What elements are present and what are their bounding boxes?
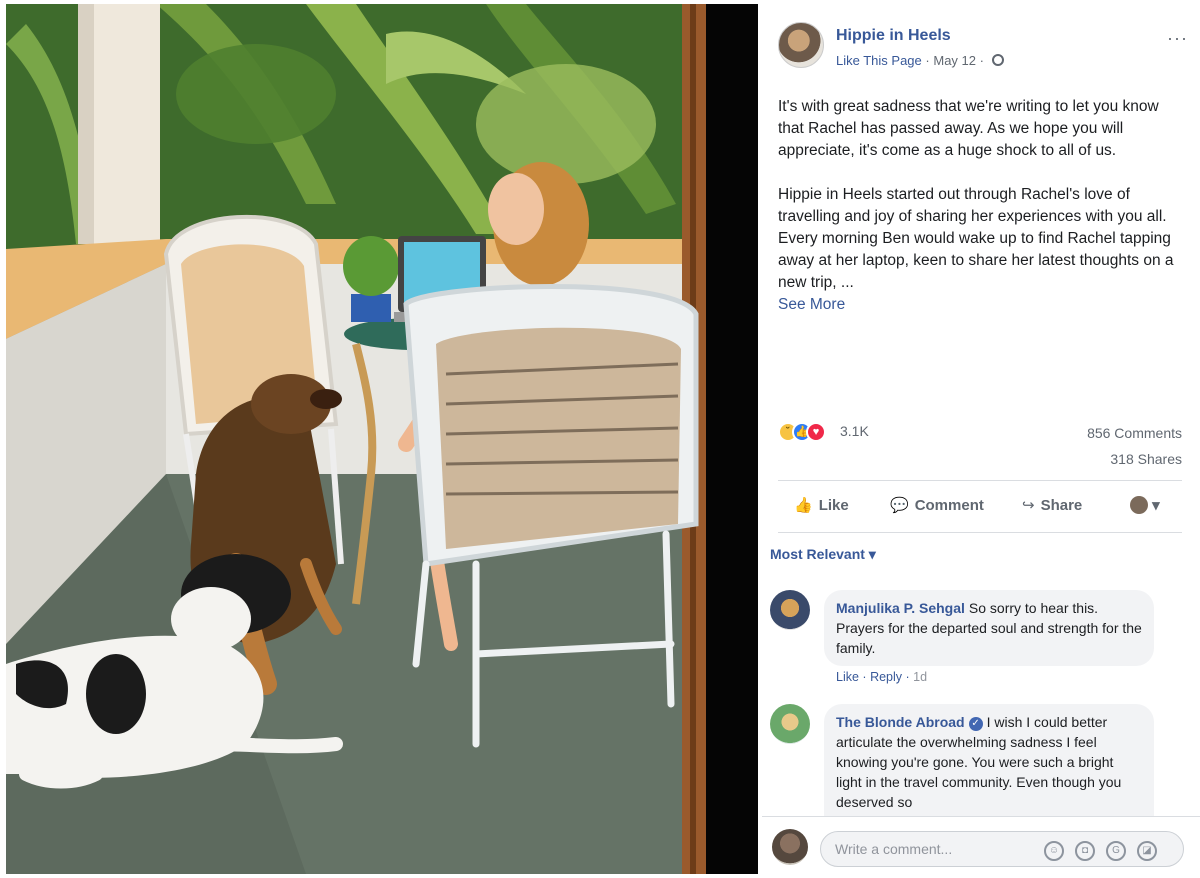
share-button[interactable]: ↪ Share — [1022, 496, 1082, 514]
photo-illustration — [6, 4, 710, 874]
emoji-icon[interactable]: ☺ — [1044, 841, 1064, 861]
comment-item: The Blonde Abroad ✓ I wish I could better … — [770, 704, 1190, 816]
comments-count[interactable]: 856 Comments — [1087, 425, 1182, 441]
comment-button-label: Comment — [914, 497, 984, 514]
thumbs-up-icon: 👍 — [794, 497, 813, 514]
comment-bubble: The Blonde Abroad ✓ I wish I could better … — [824, 704, 1154, 816]
page-name-link[interactable]: Hippie in Heels — [836, 27, 951, 45]
commenter-avatar[interactable] — [770, 704, 810, 744]
like-button[interactable]: 👍 Like — [794, 496, 849, 514]
action-bar: 👍 Like 💬 Comment ↪ Share ▾ — [778, 490, 1182, 526]
comment-time[interactable]: 1d — [913, 670, 927, 684]
shares-count[interactable]: 318 Shares — [1110, 451, 1182, 467]
comment-author[interactable]: The Blonde Abroad — [836, 714, 965, 730]
profile-mini-avatar — [1130, 496, 1148, 514]
post-date[interactable]: May 12 — [933, 53, 976, 68]
comment-author[interactable]: Manjulika P. Sehgal — [836, 600, 965, 616]
comment-like-link[interactable]: Like — [836, 670, 859, 684]
comment-composer: ☺ ◘ G ◪ — [762, 816, 1200, 878]
verified-badge-icon: ✓ — [968, 717, 983, 731]
post-paragraph-1: It's with great sadness that we're writi… — [778, 98, 1159, 159]
gif-icon[interactable]: G — [1106, 841, 1126, 861]
love-reaction-icon: ♥ — [806, 422, 826, 442]
share-button-label: Share — [1040, 497, 1083, 514]
divider — [778, 480, 1182, 481]
user-avatar — [772, 829, 808, 865]
page-avatar[interactable] — [778, 22, 824, 68]
more-options-icon[interactable]: ··· — [1167, 28, 1188, 49]
camera-icon[interactable]: ◘ — [1075, 841, 1095, 861]
meta-separator: · — [925, 53, 930, 68]
like-button-label: Like — [818, 497, 849, 514]
commenter-avatar[interactable] — [770, 590, 810, 630]
share-arrow-icon: ↪ — [1022, 497, 1035, 514]
divider — [778, 532, 1182, 533]
globe-icon — [991, 54, 1004, 66]
comment-item: Manjulika P. Sehgal So sorry to hear this… — [770, 590, 1190, 690]
composer-tools: ☺ ◘ G ◪ — [1044, 840, 1168, 861]
photo-viewer-bar — [706, 4, 758, 874]
chevron-down-icon: ▾ — [1152, 497, 1160, 514]
comment-actions-separator: · — [862, 670, 871, 684]
post-photo[interactable] — [6, 4, 710, 874]
post-meta: Like This Page · May 12 · — [836, 53, 1004, 68]
post-panel: Hippie in Heels Like This Page · May 12 … — [762, 0, 1200, 878]
post-body: It's with great sadness that we're writi… — [778, 96, 1178, 316]
reaction-icons: ˘ 👍 ♥ — [778, 422, 838, 442]
speech-bubble-icon: 💬 — [890, 497, 909, 514]
post-header: Hippie in Heels Like This Page · May 12 … — [778, 22, 1188, 72]
see-more-link[interactable]: See More — [778, 294, 1178, 316]
sticker-icon[interactable]: ◪ — [1137, 841, 1157, 861]
post-as-selector[interactable]: ▾ — [1130, 496, 1160, 514]
meta-separator-2: · — [979, 53, 984, 68]
comment-actions: Like · Reply · 1d — [836, 670, 927, 684]
reaction-count[interactable]: 3.1K — [840, 423, 869, 439]
comment-actions-separator-2: · — [905, 670, 914, 684]
comment-reply-link[interactable]: Reply — [870, 670, 902, 684]
comment-sort-dropdown[interactable]: Most Relevant ▾ — [770, 546, 876, 563]
like-page-link[interactable]: Like This Page — [836, 53, 922, 68]
comment-bubble: Manjulika P. Sehgal So sorry to hear this… — [824, 590, 1154, 666]
post-paragraph-2: Hippie in Heels started out through Rach… — [778, 186, 1174, 291]
reactions-summary[interactable]: ˘ 👍 ♥ 3.1K 856 Comments 318 Shares — [778, 420, 1182, 467]
